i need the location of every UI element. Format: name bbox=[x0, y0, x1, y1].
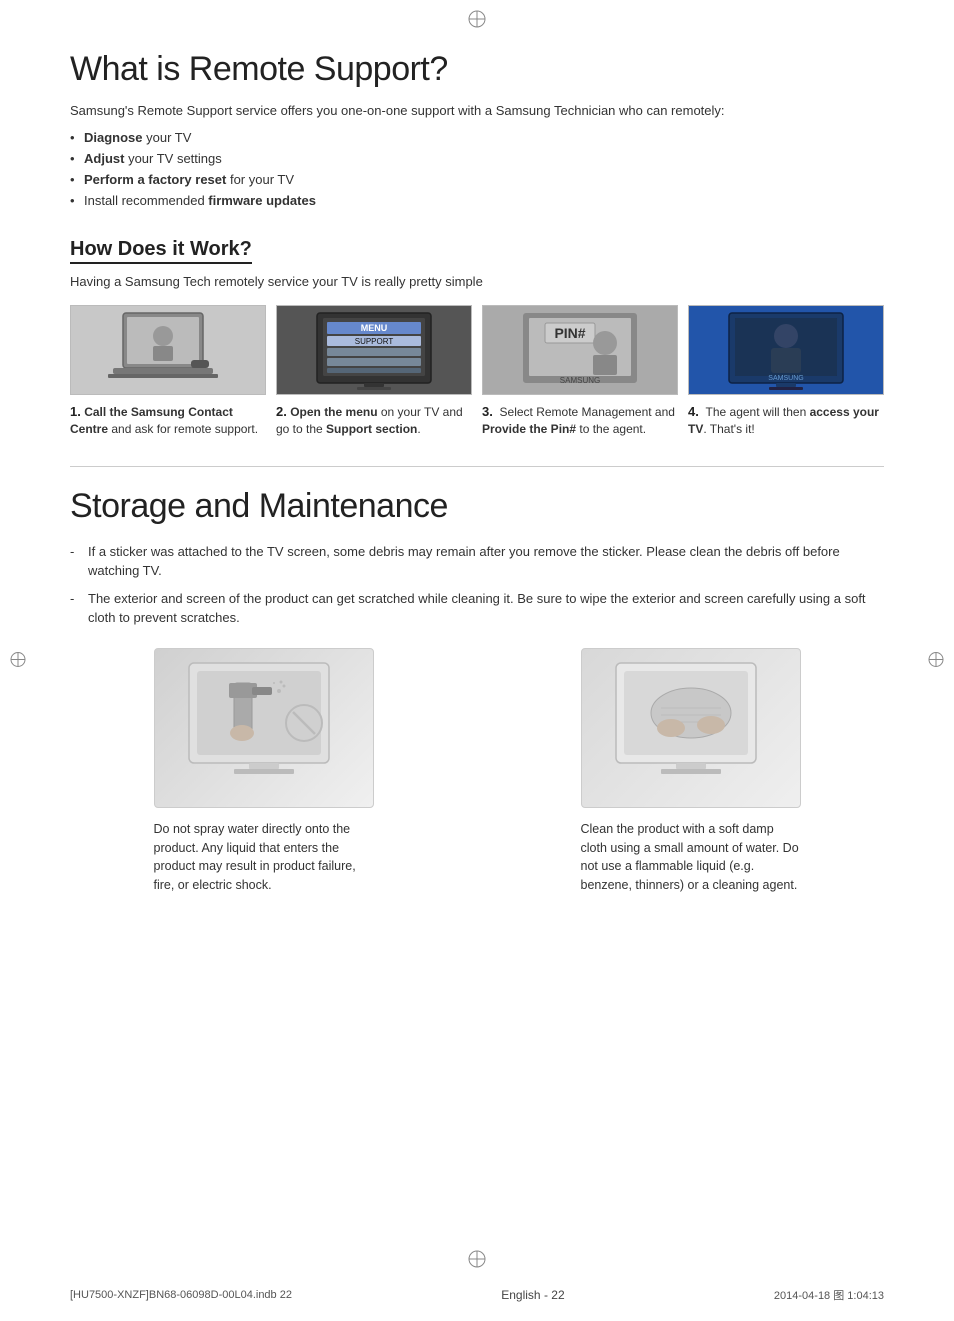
step-3-text: 3. Select Remote Management and Provide … bbox=[482, 403, 678, 438]
page-title: What is Remote Support? bbox=[70, 50, 884, 89]
footer-center: English - 22 bbox=[501, 1288, 564, 1302]
step-4-num: 4. bbox=[688, 403, 699, 421]
step-2-support-bold: Support section bbox=[326, 422, 417, 436]
spray-bottle-wrap: Do not spray water directly onto the pro… bbox=[70, 648, 457, 895]
spray-bottle-image bbox=[154, 648, 374, 808]
storage-bullet-1: If a sticker was attached to the TV scre… bbox=[70, 542, 884, 581]
features-list: Diagnose your TV Adjust your TV settings… bbox=[70, 130, 884, 208]
reg-mark-top-center bbox=[466, 8, 488, 33]
bullet-bold-2: Adjust bbox=[84, 151, 124, 166]
step-4-image: SAMSUNG bbox=[688, 305, 884, 395]
reg-mark-left bbox=[8, 649, 28, 672]
list-item: Install recommended firmware updates bbox=[70, 193, 884, 208]
bullet-bold-4: firmware updates bbox=[208, 193, 316, 208]
step-1: 1. Call the Samsung Contact Centre and a… bbox=[70, 305, 266, 438]
svg-text:SUPPORT: SUPPORT bbox=[355, 337, 394, 346]
footer-file-info: [HU7500-XNZF]BN68-06098D-00L04.indb 22 bbox=[70, 1289, 292, 1301]
step-2-text: 2. Open the menu on your TV and go to th… bbox=[276, 403, 472, 438]
step-3-bold: Provide the Pin# bbox=[482, 422, 576, 436]
step-2-num: 2. bbox=[276, 403, 287, 421]
svg-text:MENU: MENU bbox=[361, 323, 388, 333]
reg-mark-bottom-center bbox=[466, 1248, 488, 1273]
list-item: Diagnose your TV bbox=[70, 130, 884, 145]
footer-page-label: English - 22 bbox=[501, 1288, 564, 1302]
intro-text: Samsung's Remote Support service offers … bbox=[70, 103, 884, 118]
step-4-bold: access your TV bbox=[688, 405, 879, 436]
svg-text:SAMSUNG: SAMSUNG bbox=[768, 375, 803, 382]
spray-caption: Do not spray water directly onto the pro… bbox=[154, 820, 374, 895]
step-3-image: PIN# SAMSUNG bbox=[482, 305, 678, 395]
list-item: Adjust your TV settings bbox=[70, 151, 884, 166]
step-1-image bbox=[70, 305, 266, 395]
reg-mark-right bbox=[926, 649, 946, 672]
footer-right: 2014-04-18 图 1:04:13 bbox=[774, 1287, 884, 1303]
step-2: MENU SUPPORT 2. Open the menu on your TV… bbox=[276, 305, 472, 438]
how-desc: Having a Samsung Tech remotely service y… bbox=[70, 274, 884, 289]
cloth-caption: Clean the product with a soft damp cloth… bbox=[581, 820, 801, 895]
footer: [HU7500-XNZF]BN68-06098D-00L04.indb 22 E… bbox=[0, 1287, 954, 1303]
bullet-bold-3: Perform a factory reset bbox=[84, 172, 226, 187]
storage-title: Storage and Maintenance bbox=[70, 487, 884, 526]
step-1-text: 1. Call the Samsung Contact Centre and a… bbox=[70, 403, 266, 438]
step-1-num: 1. bbox=[70, 403, 81, 421]
list-item: Perform a factory reset for your TV bbox=[70, 172, 884, 187]
how-section-title: How Does it Work? bbox=[70, 238, 252, 264]
storage-bullet-2: The exterior and screen of the product c… bbox=[70, 589, 884, 628]
storage-bullets: If a sticker was attached to the TV scre… bbox=[70, 542, 884, 628]
cloth-image bbox=[581, 648, 801, 808]
bullet-bold-1: Diagnose bbox=[84, 130, 143, 145]
step-2-open-bold: Open the menu bbox=[290, 405, 377, 419]
svg-text:PIN#: PIN# bbox=[554, 325, 585, 341]
step-4: SAMSUNG 4. The agent will then access yo… bbox=[688, 305, 884, 438]
step-3: PIN# SAMSUNG 3. Select Remote Management… bbox=[482, 305, 678, 438]
steps-row: 1. Call the Samsung Contact Centre and a… bbox=[70, 305, 884, 438]
step-1-bold: Call the Samsung Contact Centre bbox=[70, 405, 233, 436]
storage-images-row: Do not spray water directly onto the pro… bbox=[70, 648, 884, 895]
step-4-text: 4. The agent will then access your TV. T… bbox=[688, 403, 884, 438]
step-2-image: MENU SUPPORT bbox=[276, 305, 472, 395]
cloth-wrap: Clean the product with a soft damp cloth… bbox=[497, 648, 884, 895]
section-divider bbox=[70, 466, 884, 467]
page: What is Remote Support? Samsung's Remote… bbox=[0, 0, 954, 1321]
svg-text:SAMSUNG: SAMSUNG bbox=[560, 376, 600, 385]
footer-left: [HU7500-XNZF]BN68-06098D-00L04.indb 22 bbox=[70, 1289, 292, 1301]
footer-date-info: 2014-04-18 图 1:04:13 bbox=[774, 1290, 884, 1302]
step-3-num: 3. bbox=[482, 403, 493, 421]
